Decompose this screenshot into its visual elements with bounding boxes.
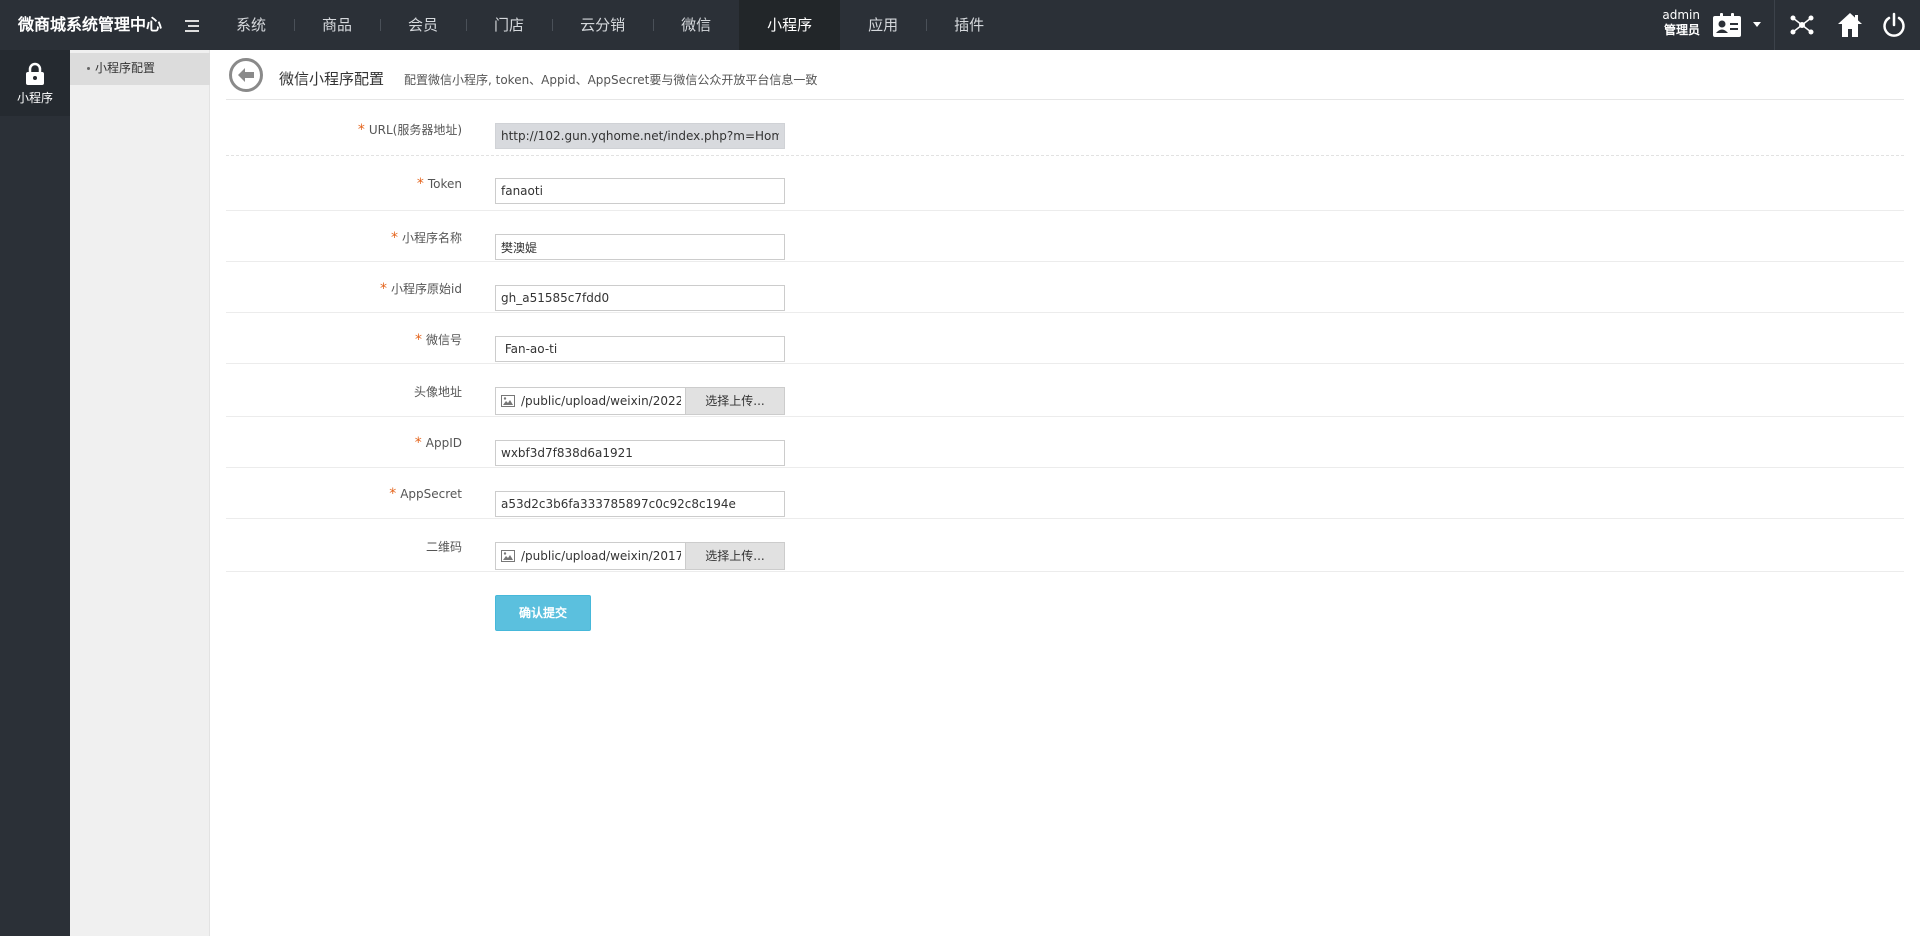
rail-item-miniprogram[interactable]: 小程序 xyxy=(0,50,70,116)
token-input[interactable] xyxy=(495,178,785,204)
wechat-label: 微信号 xyxy=(425,333,462,347)
nav-item-system[interactable]: 系统 xyxy=(208,0,294,50)
appid-input[interactable] xyxy=(495,440,785,466)
form-row-origin-id: * 小程序原始id xyxy=(226,262,1904,313)
form-row-name: * 小程序名称 xyxy=(226,211,1904,262)
nav-item-stores[interactable]: 门店 xyxy=(466,0,552,50)
wechat-input[interactable] xyxy=(495,336,785,362)
qrcode-path: /public/upload/weixin/2017/ xyxy=(521,549,681,563)
user-name: admin xyxy=(1662,8,1700,22)
required-mark: * xyxy=(390,230,398,246)
back-arrow-icon[interactable] xyxy=(228,57,264,93)
nav-item-miniprogram[interactable]: 小程序 xyxy=(739,0,841,50)
required-mark: * xyxy=(380,281,388,297)
chevron-down-icon[interactable] xyxy=(1753,22,1761,27)
left-rail: 小程序 xyxy=(0,50,70,936)
qrcode-upload: /public/upload/weixin/2017/ 选择上传... xyxy=(495,542,785,570)
page-description: 配置微信小程序, token、Appid、AppSecret要与微信公众开放平台… xyxy=(404,73,818,87)
avatar-upload-button[interactable]: 选择上传... xyxy=(685,388,784,414)
main-content: 微信小程序配置 配置微信小程序, token、Appid、AppSecret要与… xyxy=(226,50,1904,936)
form-row-qrcode: 二维码 xyxy=(226,519,1904,572)
nav-item-wechat[interactable]: 微信 xyxy=(653,0,739,50)
required-mark: * xyxy=(389,486,397,502)
user-role: 管理员 xyxy=(1663,23,1700,37)
main-nav: 系统 商品 会员 门店 云分销 微信 小程序 应用 插件 xyxy=(208,0,1012,50)
avatar-label: 头像地址 xyxy=(413,385,462,399)
rail-item-label: 小程序 xyxy=(16,91,53,105)
form-row-appid: * AppID xyxy=(226,417,1904,468)
form-row-token: * Token xyxy=(226,156,1904,211)
form-row-avatar: 头像地址 xyxy=(226,364,1904,417)
user-info[interactable]: admin 管理员 xyxy=(1660,8,1700,38)
form-row-appsecret: * AppSecret xyxy=(226,468,1904,519)
origin-id-label: 小程序原始id xyxy=(391,282,462,296)
required-mark: * xyxy=(416,176,424,192)
submit-button[interactable]: 确认提交 xyxy=(495,595,591,631)
home-icon[interactable] xyxy=(1836,11,1864,39)
nav-item-plugins[interactable]: 插件 xyxy=(926,0,1012,50)
name-input[interactable] xyxy=(495,234,785,260)
power-icon[interactable] xyxy=(1880,11,1908,39)
token-label: Token xyxy=(427,177,462,191)
menu-icon[interactable] xyxy=(185,20,199,32)
image-icon xyxy=(501,395,515,407)
avatar-upload: /public/upload/weixin/2022/ 选择上传... xyxy=(495,387,785,415)
sub-menu: 小程序配置 xyxy=(70,50,210,936)
url-label: URL(服务器地址) xyxy=(368,123,462,137)
nav-item-distribution[interactable]: 云分销 xyxy=(552,0,653,50)
required-mark: * xyxy=(414,435,422,451)
image-icon xyxy=(501,550,515,562)
required-mark: * xyxy=(414,332,422,348)
page-title: 微信小程序配置 xyxy=(279,70,385,88)
required-mark: * xyxy=(357,122,365,138)
form-row-url: * URL(服务器地址) xyxy=(226,101,1904,156)
top-bar: 微商城系统管理中心 系统 商品 会员 门店 云分销 微信 小程序 应用 插件 a… xyxy=(0,0,1920,50)
origin-id-input[interactable] xyxy=(495,285,785,311)
nav-item-apps[interactable]: 应用 xyxy=(840,0,926,50)
qrcode-label: 二维码 xyxy=(425,540,462,554)
contact-card-icon[interactable] xyxy=(1712,12,1742,38)
avatar-path: /public/upload/weixin/2022/ xyxy=(521,394,681,408)
appsecret-input[interactable] xyxy=(495,491,785,517)
form-row-wechat: * 微信号 xyxy=(226,313,1904,364)
page-header: 微信小程序配置 配置微信小程序, token、Appid、AppSecret要与… xyxy=(226,50,1904,100)
nav-item-members[interactable]: 会员 xyxy=(380,0,466,50)
network-icon[interactable] xyxy=(1788,11,1816,39)
qrcode-upload-button[interactable]: 选择上传... xyxy=(685,543,784,569)
submenu-item-miniprogram-config[interactable]: 小程序配置 xyxy=(70,53,210,85)
lock-icon xyxy=(26,62,44,85)
url-input[interactable] xyxy=(495,123,785,149)
name-label: 小程序名称 xyxy=(401,231,462,245)
divider xyxy=(1774,0,1775,50)
appsecret-label: AppSecret xyxy=(400,487,462,501)
app-title: 微商城系统管理中心 xyxy=(18,15,163,34)
appid-label: AppID xyxy=(425,436,462,450)
nav-item-goods[interactable]: 商品 xyxy=(294,0,380,50)
